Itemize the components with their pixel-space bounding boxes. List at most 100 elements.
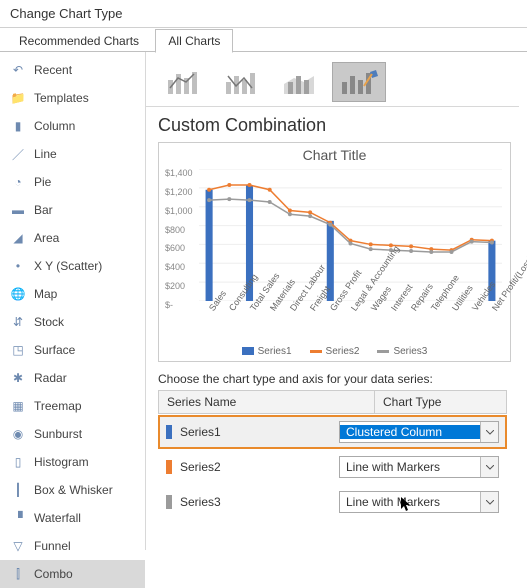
subtype-stacked-area-column[interactable] — [274, 62, 328, 102]
sidebar-item-label: Waterfall — [34, 511, 81, 525]
sidebar-item-sunburst[interactable]: ◉ Sunburst — [0, 420, 145, 448]
series-name-label: Series2 — [180, 460, 339, 474]
sidebar-item-label: Column — [34, 119, 75, 133]
series-name-label: Series3 — [180, 495, 339, 509]
waterfall-icon: ▝ — [10, 510, 26, 526]
chart-type-dropdown[interactable]: Line with Markers — [339, 491, 499, 513]
pie-icon: ◔ — [10, 174, 26, 190]
line-icon: ／ — [10, 146, 26, 162]
series-color-swatch — [166, 495, 172, 509]
tab-bar: Recommended Charts All Charts — [0, 28, 527, 52]
y-tick-label: $400 — [165, 262, 185, 272]
sidebar-item-label: Bar — [34, 203, 53, 217]
sidebar-item-label: Treemap — [34, 399, 82, 413]
chart-legend: Series1 Series2 Series3 — [159, 346, 510, 357]
chevron-down-icon[interactable] — [480, 457, 498, 477]
sidebar-item-box-whisker[interactable]: ┃ Box & Whisker — [0, 476, 145, 504]
chart-type-dropdown[interactable]: Line with Markers — [339, 456, 499, 478]
surface-icon: ◳ — [10, 342, 26, 358]
legend-item-series1: Series1 — [242, 346, 292, 357]
series-row[interactable]: Series1Clustered Column — [158, 415, 507, 449]
sidebar-item-label: Funnel — [34, 539, 71, 553]
sidebar-item-map[interactable]: 🌐Map — [0, 280, 145, 308]
box-whisker-icon: ┃ — [10, 482, 26, 498]
series-row[interactable]: Series3Line with Markers — [158, 485, 507, 519]
series-hint-label: Choose the chart type and axis for your … — [146, 368, 519, 388]
combo-icon: ⫿ — [10, 566, 26, 582]
sidebar-item-pie[interactable]: ◔ Pie — [0, 168, 145, 196]
grid-col-chart-type: Chart Type — [375, 391, 506, 413]
subtype-clustered-column-line[interactable] — [158, 62, 212, 102]
sidebar-item-histogram[interactable]: ▯ Histogram — [0, 448, 145, 476]
sidebar-item-label: Recent — [34, 63, 72, 77]
sidebar-item-label: Combo — [34, 567, 73, 581]
chart-title: Chart Title — [159, 143, 510, 163]
sidebar-item-label: X Y (Scatter) — [34, 259, 102, 273]
funnel-icon: ▽ — [10, 538, 26, 554]
sidebar-item-radar[interactable]: ✱ Radar — [0, 364, 145, 392]
y-tick-label: $600 — [165, 243, 185, 253]
y-tick-label: $800 — [165, 225, 185, 235]
y-tick-label: $1,000 — [165, 206, 193, 216]
sidebar-item-column[interactable]: ▮ Column — [0, 112, 145, 140]
templates-icon: 📁 — [10, 90, 26, 106]
sidebar-item-recent[interactable]: ↶ Recent — [0, 56, 145, 84]
sidebar-item-funnel[interactable]: ▽ Funnel — [0, 532, 145, 560]
recent-icon: ↶ — [10, 62, 26, 78]
sidebar-item-label: Box & Whisker — [34, 483, 113, 497]
subtype-name-label: Custom Combination — [146, 107, 519, 142]
treemap-icon: ▦ — [10, 398, 26, 414]
chart-type-value: Line with Markers — [340, 460, 480, 474]
sidebar-item-line[interactable]: ／ Line — [0, 140, 145, 168]
sidebar-item-x-y-scatter-[interactable]: •X Y (Scatter) — [0, 252, 145, 280]
chart-type-sidebar: ↶ Recent 📁 Templates ▮ Column ／ Line ◔ Pie ▬ Bar ◢ Ar… — [0, 52, 146, 550]
legend-item-series3: Series3 — [377, 346, 427, 357]
stock-icon: ⇵ — [10, 314, 26, 330]
sidebar-item-label: Line — [34, 147, 57, 161]
sidebar-item-label: Area — [34, 231, 59, 245]
chevron-down-icon[interactable] — [480, 422, 498, 442]
sidebar-item-label: Radar — [34, 371, 67, 385]
area-icon: ◢ — [10, 230, 26, 246]
sidebar-item-area[interactable]: ◢ Area — [0, 224, 145, 252]
series-row[interactable]: Series2Line with Markers — [158, 450, 507, 484]
sunburst-icon: ◉ — [10, 426, 26, 442]
series-color-swatch — [166, 460, 172, 474]
chart-type-value: Line with Markers — [340, 495, 480, 509]
sidebar-item-label: Histogram — [34, 455, 89, 469]
sidebar-item-surface[interactable]: ◳ Surface — [0, 336, 145, 364]
subtype-clustered-column-line-secondary[interactable] — [216, 62, 270, 102]
radar-icon: ✱ — [10, 370, 26, 386]
tab-recommended[interactable]: Recommended Charts — [6, 29, 152, 53]
series-name-label: Series1 — [180, 425, 339, 439]
subtype-row — [146, 56, 519, 107]
y-tick-label: $200 — [165, 281, 185, 291]
y-tick-label: $1,200 — [165, 187, 193, 197]
y-tick-label: $1,400 — [165, 168, 193, 178]
window-title: Change Chart Type — [0, 0, 527, 28]
chart-preview: Chart Title SalesConsultingTotal SalesMa… — [158, 142, 511, 362]
sidebar-item-label: Map — [34, 287, 57, 301]
sidebar-item-label: Templates — [34, 91, 89, 105]
tab-all-charts[interactable]: All Charts — [155, 29, 233, 53]
chart-type-dropdown[interactable]: Clustered Column — [339, 421, 499, 443]
sidebar-item-label: Sunburst — [34, 427, 82, 441]
sidebar-item-stock[interactable]: ⇵Stock — [0, 308, 145, 336]
legend-item-series2: Series2 — [310, 346, 360, 357]
chevron-down-icon[interactable] — [480, 492, 498, 512]
bar-icon: ▬ — [10, 202, 26, 218]
y-tick-label: $- — [165, 300, 173, 310]
sidebar-item-combo[interactable]: ⫿ Combo — [0, 560, 145, 588]
histogram-icon: ▯ — [10, 454, 26, 470]
sidebar-item-templates[interactable]: 📁 Templates — [0, 84, 145, 112]
series-color-swatch — [166, 425, 172, 439]
sidebar-item-bar[interactable]: ▬ Bar — [0, 196, 145, 224]
sidebar-item-treemap[interactable]: ▦ Treemap — [0, 392, 145, 420]
sidebar-item-label: Pie — [34, 175, 51, 189]
chart-type-value: Clustered Column — [340, 425, 480, 439]
column-icon: ▮ — [10, 118, 26, 134]
series-grid-header: Series Name Chart Type — [158, 390, 507, 414]
sidebar-item-label: Surface — [34, 343, 75, 357]
subtype-custom-combination[interactable] — [332, 62, 386, 102]
sidebar-item-waterfall[interactable]: ▝ Waterfall — [0, 504, 145, 532]
